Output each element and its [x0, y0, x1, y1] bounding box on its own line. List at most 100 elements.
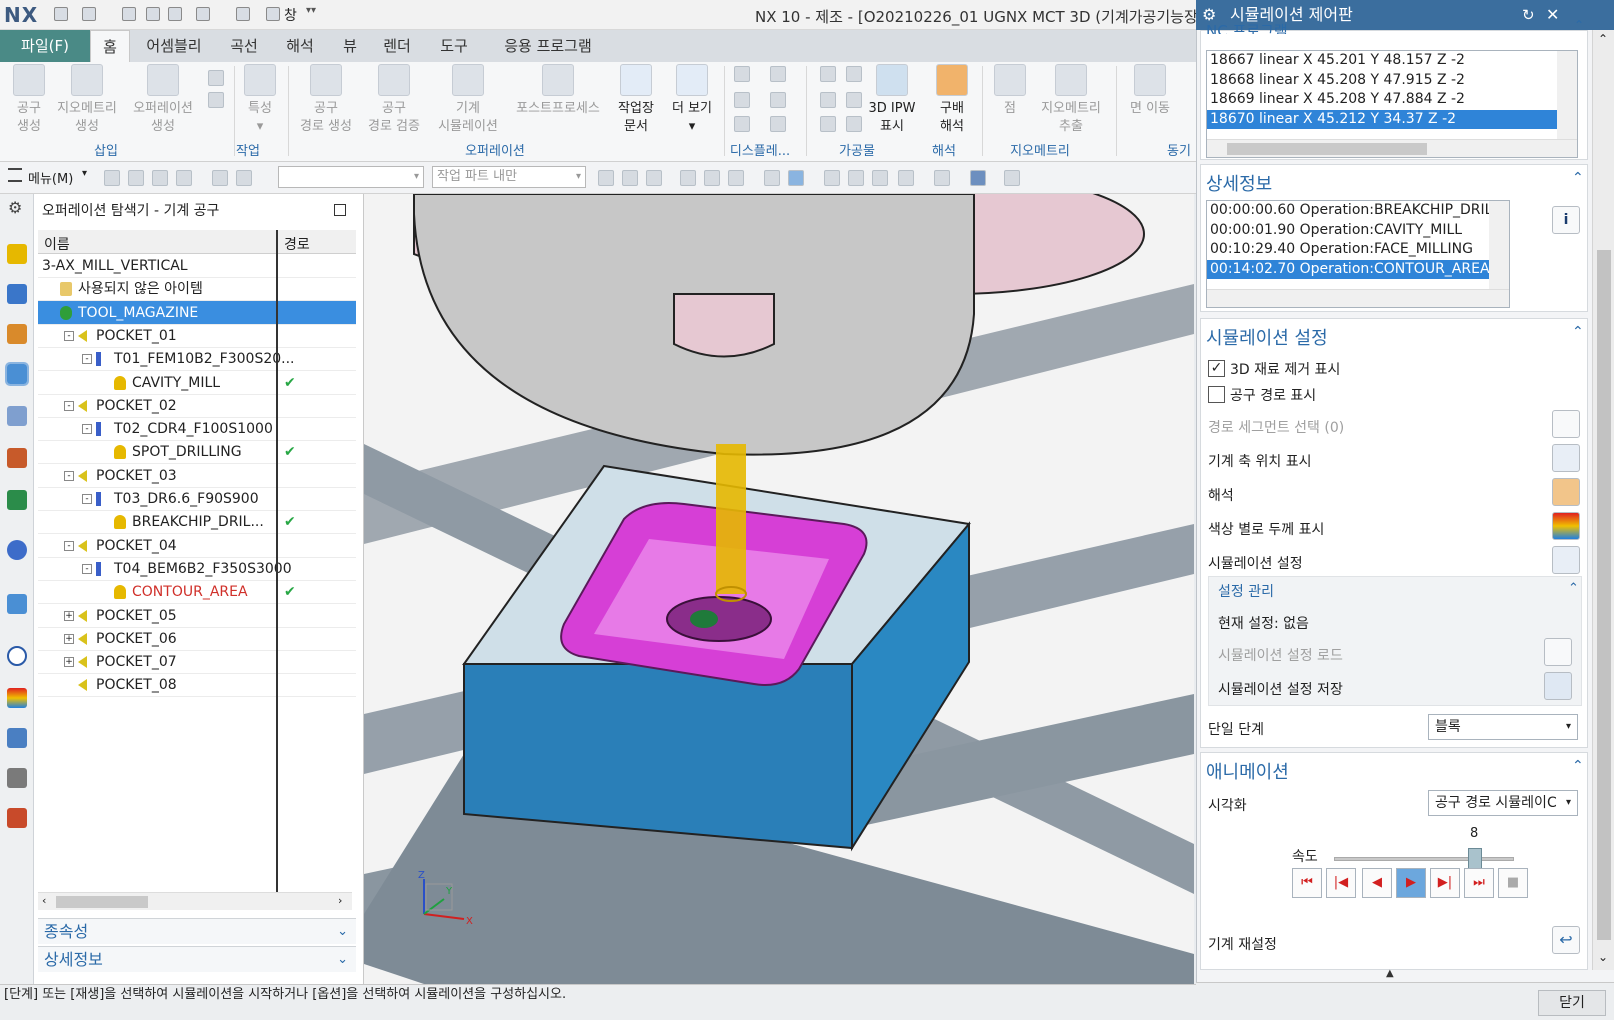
pocket-row[interactable]: - POCKET_03: [38, 464, 356, 488]
properties-button[interactable]: 특성 ▾: [240, 64, 280, 136]
cut-icon[interactable]: [122, 7, 136, 21]
path-segment-icon[interactable]: [1552, 410, 1580, 438]
show-hide-icon[interactable]: [1004, 170, 1020, 186]
workpiece-small-icon[interactable]: [820, 66, 836, 82]
machine-axis-icon[interactable]: [1552, 444, 1580, 472]
sim-settings-icon[interactable]: [1552, 546, 1580, 574]
scroll-right-icon[interactable]: ›: [338, 894, 342, 907]
operation-time-row[interactable]: 00:00:00.60 Operation:BREAKCHIP_DRILLI: [1207, 201, 1509, 221]
web-browser-icon[interactable]: [7, 540, 27, 560]
details-hscroll[interactable]: [1207, 289, 1509, 307]
snap-icon-2[interactable]: [622, 170, 638, 186]
refresh-icon[interactable]: ↻: [1522, 0, 1535, 30]
step-back-button[interactable]: ◀: [1362, 868, 1392, 898]
fast-forward-button[interactable]: ⏭: [1464, 868, 1494, 898]
panel-scrollbar[interactable]: ⌃ ⌄: [1592, 30, 1614, 970]
nc-line[interactable]: 18669 linear X 45.208 Y 47.884 Z -2: [1207, 90, 1577, 110]
machine-navigator-icon[interactable]: [7, 406, 27, 426]
tab-render[interactable]: 렌더: [376, 30, 418, 62]
workpiece-small-icon-5[interactable]: [846, 92, 862, 108]
generate-toolpath-button[interactable]: 공구 경로 생성: [294, 64, 358, 136]
paste-icon[interactable]: [168, 7, 182, 21]
create-geometry-button[interactable]: 지오메트리 생성: [52, 64, 122, 136]
3d-ipw-display-button[interactable]: 3D IPW 표시: [864, 64, 920, 136]
selection-filter-icon-4[interactable]: [176, 170, 192, 186]
tab-curve[interactable]: 곡선: [224, 30, 264, 62]
scroll-thumb[interactable]: [56, 896, 148, 908]
tree-row[interactable]: TOOL_MAGAZINE: [38, 300, 356, 325]
nc-vscroll[interactable]: [1557, 51, 1577, 139]
pocket-row[interactable]: - POCKET_01: [38, 324, 356, 348]
scroll-up-icon[interactable]: ⌃: [1598, 32, 1608, 46]
verify-toolpath-button[interactable]: 공구 경로 검증: [362, 64, 426, 136]
graphics-window[interactable]: Z Y X: [364, 194, 1194, 984]
window-menu-dropdown-icon[interactable]: ▾▾: [306, 5, 316, 16]
orient-view-icon[interactable]: [898, 170, 914, 186]
history-icon[interactable]: [7, 594, 27, 614]
close-icon[interactable]: ✕: [1546, 0, 1559, 30]
collapse-icon[interactable]: -: [64, 470, 74, 481]
collapse-icon[interactable]: -: [64, 400, 74, 411]
collapse-icon[interactable]: -: [82, 354, 92, 365]
repeat-command-icon[interactable]: [236, 7, 250, 21]
type-filter-combo[interactable]: ▾: [278, 166, 424, 188]
analysis-icon[interactable]: [1552, 478, 1580, 506]
tab-application[interactable]: 응용 프로그램: [496, 30, 600, 62]
operation-row[interactable]: BREAKCHIP_DRIL... ✔: [38, 510, 356, 535]
collapse-icon[interactable]: -: [64, 330, 74, 341]
operation-time-list[interactable]: 00:00:00.60 Operation:BREAKCHIP_DRILLI 0…: [1206, 200, 1510, 308]
load-settings-icon[interactable]: [1544, 638, 1572, 666]
layer-icon[interactable]: [970, 170, 986, 186]
tool-row[interactable]: - T02_CDR4_F100S1000: [38, 417, 356, 442]
scroll-thumb[interactable]: [1227, 143, 1427, 155]
step-back-op-button[interactable]: |◀: [1326, 868, 1356, 898]
thickness-color-icon[interactable]: [1552, 512, 1580, 540]
close-button[interactable]: 닫기: [1538, 990, 1606, 1016]
create-operation-button[interactable]: 오퍼레이션 생성: [128, 64, 198, 136]
selection-filter-icon-2[interactable]: [128, 170, 144, 186]
workpiece-small-icon-6[interactable]: [846, 116, 862, 132]
selection-filter-icon-3[interactable]: [152, 170, 168, 186]
expand-icon[interactable]: +: [64, 633, 74, 644]
move-face-button[interactable]: 면 이동: [1122, 64, 1178, 118]
tree-row[interactable]: 사용되지 않은 아이템: [38, 277, 356, 302]
view-cube-icon[interactable]: [764, 170, 780, 186]
extract-geometry-button[interactable]: 지오메트리 추출: [1032, 64, 1110, 136]
operation-time-row[interactable]: 00:10:29.40 Operation:FACE_MILLING: [1207, 240, 1509, 260]
snap-icon-5[interactable]: [704, 170, 720, 186]
expand-icon[interactable]: +: [64, 657, 74, 668]
expand-icon[interactable]: +: [64, 610, 74, 621]
tab-analysis[interactable]: 해석: [280, 30, 320, 62]
save-settings-icon[interactable]: [1544, 672, 1572, 700]
collapse-icon[interactable]: ⌃: [1574, 18, 1584, 32]
scroll-left-icon[interactable]: ‹: [42, 894, 46, 907]
snap-icon-3[interactable]: [646, 170, 662, 186]
clock-icon[interactable]: [7, 646, 27, 666]
collapse-icon[interactable]: ⌃: [1572, 758, 1584, 774]
settings-management-header[interactable]: 설정 관리: [1218, 581, 1274, 601]
tab-view[interactable]: 뷰: [338, 30, 362, 62]
pocket-row[interactable]: - POCKET_02: [38, 394, 356, 418]
tab-home[interactable]: 홈: [90, 30, 130, 62]
info-icon[interactable]: i: [1552, 206, 1580, 234]
gear-icon[interactable]: ⚙: [8, 198, 22, 217]
snap-icon-4[interactable]: [680, 170, 696, 186]
tool-row[interactable]: - T03_DR6.6_F90S900: [38, 487, 356, 511]
workpiece-small-icon-4[interactable]: [846, 66, 862, 82]
hd3d-tools-icon[interactable]: [7, 490, 27, 510]
window-menu[interactable]: 창: [284, 5, 297, 25]
display-small-icon-5[interactable]: [770, 92, 786, 108]
tool-row[interactable]: - T04_BEM6B2_F350S3000: [38, 557, 356, 581]
nc-program-list[interactable]: 18667 linear X 45.201 Y 48.157 Z -2 1866…: [1206, 50, 1578, 158]
nc-line-selected[interactable]: 18670 linear X 45.212 Y 34.37 Z -2: [1207, 109, 1557, 129]
pocket-row[interactable]: + POCKET_05: [38, 604, 356, 628]
nc-line[interactable]: 18667 linear X 45.201 Y 48.157 Z -2: [1207, 51, 1577, 71]
manufacturing-wizard-icon[interactable]: [7, 768, 27, 788]
shaded-icon[interactable]: [788, 170, 804, 186]
scroll-thumb[interactable]: [1597, 250, 1611, 940]
tab-assembly[interactable]: 어셈블리: [138, 30, 210, 62]
column-name-header[interactable]: 이름: [44, 234, 70, 254]
system-materials-icon[interactable]: [7, 688, 27, 708]
create-tool-button[interactable]: 공구 생성: [8, 64, 50, 136]
part-navigator-icon[interactable]: [7, 324, 27, 344]
